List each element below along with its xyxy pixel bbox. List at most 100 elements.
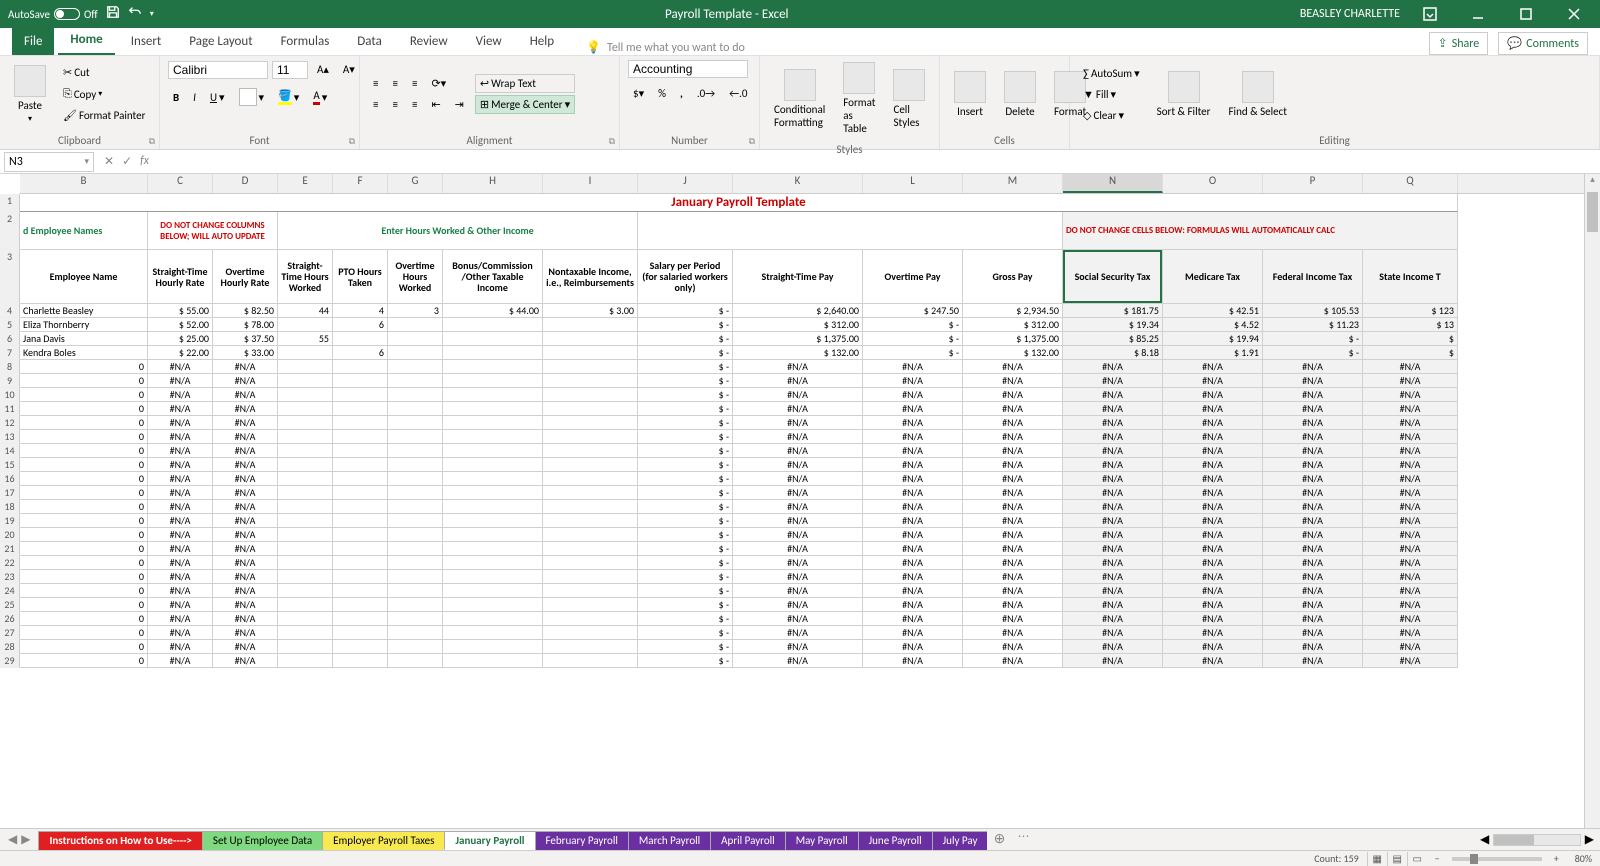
cell[interactable]: 0 — [20, 584, 148, 598]
cell[interactable]: #N/A — [148, 528, 213, 542]
cell[interactable]: $ - — [638, 570, 733, 584]
cell[interactable]: #N/A — [733, 514, 863, 528]
cell[interactable]: #N/A — [733, 542, 863, 556]
cell[interactable] — [278, 430, 333, 444]
cell[interactable] — [388, 332, 443, 346]
row-header[interactable]: 20 — [0, 528, 20, 542]
cell[interactable]: $ - — [638, 472, 733, 486]
cell[interactable] — [443, 556, 543, 570]
cell[interactable]: #N/A — [963, 626, 1063, 640]
cell[interactable]: $ - — [1263, 346, 1363, 360]
cell[interactable]: $ - — [638, 346, 733, 360]
align-center-icon[interactable]: ≡ — [387, 95, 402, 114]
sheet-tab[interactable]: July Pay — [932, 831, 988, 850]
cell[interactable] — [543, 346, 638, 360]
cell[interactable]: #N/A — [1363, 542, 1458, 556]
cell[interactable]: #N/A — [1263, 486, 1363, 500]
cell[interactable] — [278, 514, 333, 528]
cell[interactable]: 0 — [20, 570, 148, 584]
row-header[interactable]: 18 — [0, 500, 20, 514]
vertical-scrollbar[interactable]: ▴ — [1584, 174, 1600, 828]
cell[interactable]: #N/A — [733, 472, 863, 486]
row-header[interactable]: 21 — [0, 542, 20, 556]
sheet-tab[interactable]: June Payroll — [858, 831, 933, 850]
cell[interactable]: #N/A — [1163, 542, 1263, 556]
cell[interactable]: State Income T — [1363, 250, 1458, 304]
cell[interactable] — [388, 458, 443, 472]
cell[interactable]: #N/A — [863, 360, 963, 374]
decrease-font-icon[interactable]: A▾ — [338, 60, 360, 79]
row-header[interactable]: 2 — [0, 212, 20, 250]
cell[interactable]: PTO Hours Taken — [333, 250, 388, 304]
column-header[interactable]: D — [213, 174, 278, 193]
cell[interactable]: #N/A — [1063, 444, 1163, 458]
cell[interactable]: $ 2,934.50 — [963, 304, 1063, 318]
cell[interactable]: #N/A — [863, 570, 963, 584]
cell[interactable] — [543, 374, 638, 388]
cell[interactable]: #N/A — [1263, 472, 1363, 486]
cell[interactable]: $ 2,640.00 — [733, 304, 863, 318]
cell[interactable]: 4 — [333, 304, 388, 318]
column-header[interactable]: J — [638, 174, 733, 193]
cell[interactable]: #N/A — [963, 402, 1063, 416]
column-header[interactable]: M — [963, 174, 1063, 193]
cell[interactable] — [443, 430, 543, 444]
cell[interactable]: $ - — [638, 626, 733, 640]
cell[interactable] — [543, 640, 638, 654]
cell[interactable]: $ - — [638, 654, 733, 668]
cell[interactable]: #N/A — [733, 556, 863, 570]
cell[interactable]: 0 — [20, 500, 148, 514]
cell[interactable]: #N/A — [733, 570, 863, 584]
cell[interactable] — [333, 598, 388, 612]
cell[interactable]: #N/A — [733, 626, 863, 640]
cell[interactable]: #N/A — [213, 388, 278, 402]
cell[interactable]: #N/A — [863, 458, 963, 472]
cell[interactable]: $ — [1363, 332, 1458, 346]
cell[interactable]: $ 33.00 — [213, 346, 278, 360]
cell[interactable] — [333, 556, 388, 570]
cell[interactable] — [443, 640, 543, 654]
cell[interactable] — [543, 332, 638, 346]
sheet-tab[interactable]: Set Up Employee Data — [202, 831, 323, 850]
cell[interactable]: 0 — [20, 556, 148, 570]
cell[interactable]: $ - — [638, 304, 733, 318]
cell[interactable]: 0 — [20, 598, 148, 612]
cell[interactable] — [278, 458, 333, 472]
cell[interactable] — [543, 654, 638, 668]
cell[interactable] — [278, 486, 333, 500]
cell[interactable]: Straight-Time Hourly Rate — [148, 250, 213, 304]
cell[interactable] — [443, 598, 543, 612]
cell[interactable]: 0 — [20, 612, 148, 626]
cell[interactable]: #N/A — [1063, 598, 1163, 612]
cell[interactable]: $ 312.00 — [963, 318, 1063, 332]
cell[interactable]: Medicare Tax — [1163, 250, 1263, 304]
page-break-icon[interactable]: ▭ — [1407, 852, 1427, 866]
cell[interactable]: Social Security Tax — [1063, 250, 1163, 304]
cell[interactable]: #N/A — [1063, 640, 1163, 654]
cell[interactable]: #N/A — [148, 444, 213, 458]
cell[interactable]: #N/A — [1163, 598, 1263, 612]
cell[interactable] — [333, 542, 388, 556]
column-header[interactable]: K — [733, 174, 863, 193]
cell[interactable]: #N/A — [1063, 514, 1163, 528]
row-header[interactable]: 19 — [0, 514, 20, 528]
cell[interactable]: #N/A — [863, 654, 963, 668]
cell[interactable]: #N/A — [733, 500, 863, 514]
cell[interactable]: Straight-Time Pay — [733, 250, 863, 304]
cell[interactable]: #N/A — [1363, 612, 1458, 626]
cell[interactable]: #N/A — [148, 374, 213, 388]
cell[interactable] — [443, 654, 543, 668]
fill-button[interactable]: ▼Fill▾ — [1078, 85, 1145, 104]
cell[interactable] — [333, 388, 388, 402]
cell[interactable]: Employee Name — [20, 250, 148, 304]
cell[interactable] — [543, 612, 638, 626]
zoom-in-button[interactable]: + — [1546, 852, 1567, 865]
cell[interactable]: #N/A — [1363, 514, 1458, 528]
cell[interactable]: DO NOT CHANGE CELLS BELOW: FORMULAS WILL… — [1063, 212, 1458, 250]
cell[interactable] — [278, 360, 333, 374]
cell[interactable]: #N/A — [863, 472, 963, 486]
cell[interactable]: $ 85.25 — [1063, 332, 1163, 346]
cell[interactable]: $ - — [638, 430, 733, 444]
percent-button[interactable]: % — [653, 84, 671, 103]
cell[interactable] — [543, 542, 638, 556]
